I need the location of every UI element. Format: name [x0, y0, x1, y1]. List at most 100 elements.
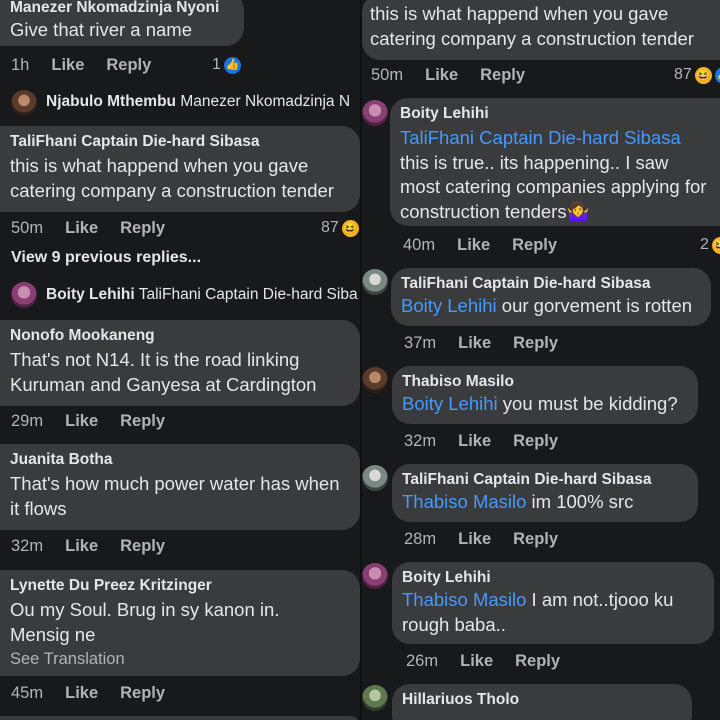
comment-bubble: TaliFhani Captain Die-hard Sibasa Boity …: [391, 268, 711, 326]
comment-author[interactable]: Boity Lehihi: [400, 104, 712, 124]
mention-link[interactable]: TaliFhani Captain Die-hard Sibasa: [400, 127, 681, 148]
like-button[interactable]: Like: [457, 236, 490, 255]
comment-time[interactable]: 40m: [403, 236, 435, 255]
comment-time[interactable]: 28m: [404, 530, 436, 549]
comment-actions: 26m Like Reply: [406, 652, 560, 671]
comment-bubble: this is what happend when you gave cater…: [362, 0, 720, 60]
mention-link[interactable]: Thabiso Masilo: [402, 491, 526, 512]
like-button[interactable]: Like: [65, 412, 98, 431]
comment-author[interactable]: TaliFhani Captain Die-hard Sibasa: [401, 274, 701, 294]
avatar[interactable]: [11, 282, 37, 308]
comment-bubble: [0, 716, 360, 720]
reply-button[interactable]: Reply: [513, 334, 558, 353]
comment-time[interactable]: 26m: [406, 652, 438, 671]
reply-button[interactable]: Reply: [120, 537, 165, 556]
comment-actions: 32m Like Reply: [404, 432, 558, 451]
reply-button[interactable]: Reply: [106, 56, 151, 75]
reaction-number: 87: [674, 66, 692, 83]
collapsed-reply[interactable]: Boity Lehihi TaliFhani Captain Die-hard …: [46, 286, 358, 304]
reaction-number: 2: [700, 236, 709, 253]
comment-text: Boity Lehihi our gorvement is rotten: [401, 294, 701, 319]
comment-text: Give that river a name: [10, 19, 192, 40]
comment-author[interactable]: TaliFhani Captain Die-hard Sibasa: [402, 470, 688, 490]
comment-time[interactable]: 1h: [11, 56, 29, 75]
reaction-count[interactable]: 87 😆: [321, 219, 359, 237]
avatar[interactable]: [362, 685, 388, 711]
mention-link[interactable]: Boity Lehihi: [401, 295, 497, 316]
avatar[interactable]: [362, 465, 388, 491]
comment-author[interactable]: Boity Lehihi: [402, 568, 704, 588]
comment-text: Thabiso Masilo I am not..tjooo ku rough …: [402, 588, 704, 637]
comment-time[interactable]: 45m: [11, 684, 43, 703]
comment-actions: 29m Like Reply: [11, 412, 165, 431]
comment-actions: 50m Like Reply: [371, 66, 525, 85]
comment-actions: 28m Like Reply: [404, 530, 558, 549]
reply-button[interactable]: Reply: [513, 432, 558, 451]
comment-actions: 1h Like Reply: [11, 56, 151, 75]
avatar[interactable]: [11, 90, 37, 116]
comment-author[interactable]: TaliFhani Captain Die-hard Sibasa: [10, 132, 350, 152]
laughing-face-icon: 😆: [694, 66, 712, 84]
comment-author[interactable]: Hillariuos Tholo: [402, 690, 682, 710]
comment-text: Boity Lehihi you must be kidding?: [402, 392, 688, 417]
comment-time[interactable]: 37m: [404, 334, 436, 353]
comment-text: Thabiso Masilo im 100% src: [402, 490, 688, 515]
reaction-count[interactable]: 87 😆 👍: [674, 66, 720, 84]
comment-text: this is what happend when you gave cater…: [370, 3, 694, 49]
avatar[interactable]: [362, 367, 388, 393]
comment-text: That's how much power water has when it …: [10, 473, 340, 519]
comment-actions: 32m Like Reply: [11, 537, 165, 556]
comment-text: That's not N14. It is the road linking K…: [10, 349, 317, 395]
reply-button[interactable]: Reply: [513, 530, 558, 549]
comment-author[interactable]: Lynette Du Preez Kritzinger: [10, 576, 350, 596]
reply-button[interactable]: Reply: [512, 236, 557, 255]
like-button[interactable]: Like: [65, 684, 98, 703]
comment-bubble: Manezer Nkomadzinja Nyoni Give that rive…: [0, 0, 244, 46]
reply-preview: Manezer Nkomadzinja N: [180, 93, 351, 110]
reaction-count[interactable]: 2 😆: [700, 236, 720, 254]
mention-link[interactable]: Thabiso Masilo: [402, 589, 526, 610]
collapsed-reply[interactable]: Njabulo Mthembu Manezer Nkomadzinja N: [46, 93, 350, 111]
comment-bubble: Lynette Du Preez Kritzinger Ou my Soul. …: [0, 570, 360, 676]
comment-time[interactable]: 29m: [11, 412, 43, 431]
view-previous-replies-link[interactable]: View 9 previous replies...: [11, 249, 201, 267]
like-button[interactable]: Like: [65, 219, 98, 238]
reply-button[interactable]: Reply: [120, 412, 165, 431]
comment-author[interactable]: Juanita Botha: [10, 450, 350, 470]
thumbs-up-icon: 👍: [714, 66, 720, 84]
reaction-count[interactable]: 1 👍: [212, 56, 241, 74]
comment-body: im 100% src: [526, 491, 634, 512]
comment-time[interactable]: 32m: [404, 432, 436, 451]
comment-time[interactable]: 50m: [371, 66, 403, 85]
avatar[interactable]: [362, 269, 388, 295]
see-translation-link[interactable]: See Translation: [10, 650, 125, 669]
comment-author[interactable]: Thabiso Masilo: [402, 372, 688, 392]
like-button[interactable]: Like: [458, 432, 491, 451]
comment-text: Ou my Soul. Brug in sy kanon in. Mensig …: [10, 599, 280, 645]
thumbs-up-icon: 👍: [223, 56, 241, 74]
comment-actions: 37m Like Reply: [404, 334, 558, 353]
like-button[interactable]: Like: [425, 66, 458, 85]
comment-text: this is what happend when you gave cater…: [10, 155, 334, 201]
like-button[interactable]: Like: [458, 530, 491, 549]
reply-button[interactable]: Reply: [515, 652, 560, 671]
right-comment-column: this is what happend when you gave cater…: [360, 0, 720, 720]
like-button[interactable]: Like: [460, 652, 493, 671]
comment-bubble: Thabiso Masilo Boity Lehihi you must be …: [392, 366, 698, 424]
like-button[interactable]: Like: [458, 334, 491, 353]
comment-time[interactable]: 50m: [11, 219, 43, 238]
avatar[interactable]: [362, 100, 388, 126]
avatar[interactable]: [362, 563, 388, 589]
comment-bubble: Juanita Botha That's how much power wate…: [0, 444, 360, 530]
reply-button[interactable]: Reply: [120, 219, 165, 238]
comment-author[interactable]: Nonofo Mookaneng: [10, 326, 350, 346]
like-button[interactable]: Like: [51, 56, 84, 75]
reply-button[interactable]: Reply: [480, 66, 525, 85]
comment-author[interactable]: Manezer Nkomadzinja Nyoni: [10, 0, 234, 18]
comment-text: TaliFhani Captain Die-hard Sibasa this i…: [400, 126, 712, 224]
mention-link[interactable]: Boity Lehihi: [402, 393, 498, 414]
reply-button[interactable]: Reply: [120, 684, 165, 703]
like-button[interactable]: Like: [65, 537, 98, 556]
reaction-number: 87: [321, 219, 339, 236]
comment-time[interactable]: 32m: [11, 537, 43, 556]
